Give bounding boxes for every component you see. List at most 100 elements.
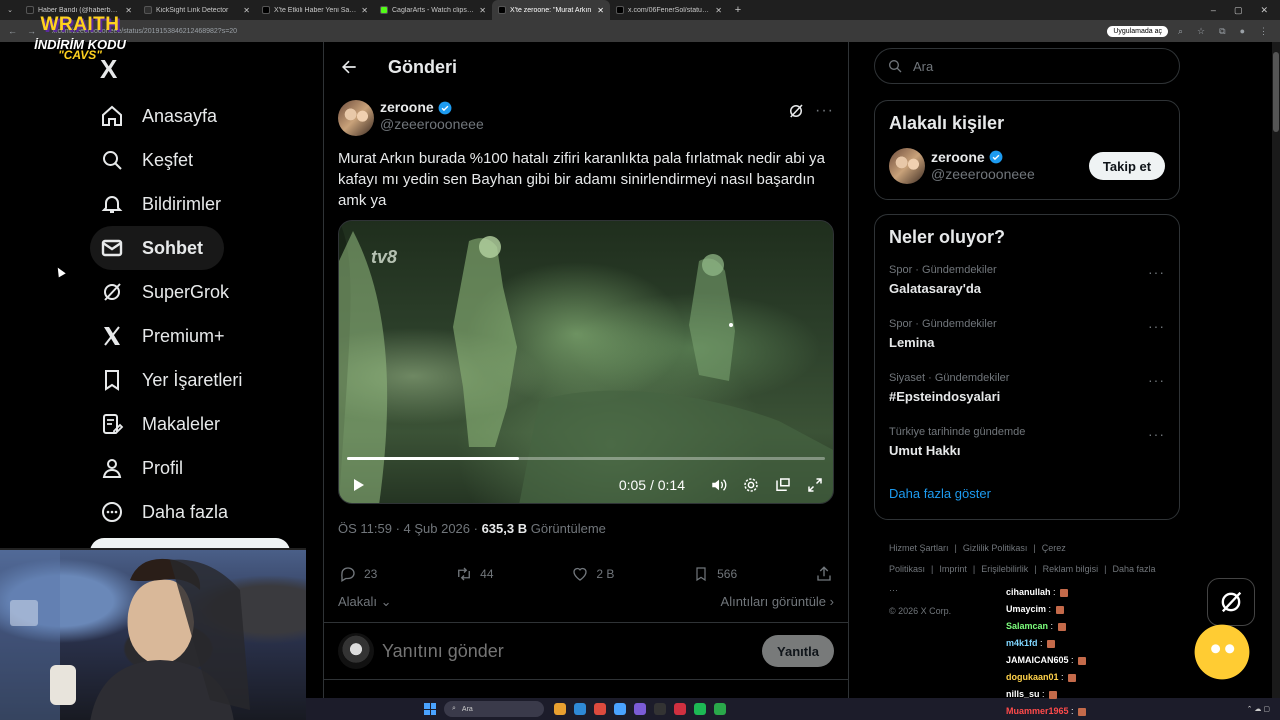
footer-link[interactable]: Erişilebilirlik xyxy=(981,564,1028,574)
bookmark-button[interactable]: 566 xyxy=(691,564,737,584)
more-options-icon[interactable]: ··· xyxy=(1148,426,1165,442)
trend-item[interactable]: Spor · Gündemdekiler Galatasaray'da ··· xyxy=(875,264,1179,318)
sidebar-item-makaleler[interactable]: Makaleler xyxy=(90,402,310,446)
post-timestamp[interactable]: ÖS 11:59 · 4 Şub 2026 · xyxy=(338,521,482,536)
related-replies-sort[interactable]: Alakalı ⌄ xyxy=(338,594,392,610)
app-icon[interactable] xyxy=(674,703,686,715)
author-avatar[interactable] xyxy=(338,100,374,136)
store-icon[interactable] xyxy=(614,703,626,715)
sidebar-item-sohbet[interactable]: Sohbet xyxy=(90,226,224,270)
close-window-icon[interactable]: ✕ xyxy=(1260,5,1268,16)
sidebar-item-daha-fazla[interactable]: Daha fazla xyxy=(90,490,310,534)
author-name-text[interactable]: zeroone xyxy=(380,99,434,115)
related-user-name[interactable]: zeroone xyxy=(931,149,1035,165)
tab-search-button[interactable]: ⌄ xyxy=(0,0,20,20)
open-in-app-button[interactable]: Uygulamada aç xyxy=(1107,25,1168,37)
reply-input[interactable] xyxy=(382,640,762,662)
share-button[interactable] xyxy=(814,564,834,584)
browser-tab[interactable]: X'te Etkili Haber Yeni Sayfa: "SO ✕ xyxy=(256,0,374,20)
profile-icon[interactable]: ● xyxy=(1240,26,1245,37)
chat-username[interactable]: cihanullah xyxy=(1006,587,1051,597)
current-user-avatar[interactable] xyxy=(338,633,374,669)
chrome-icon[interactable] xyxy=(594,703,606,715)
back-nav-icon[interactable]: ← xyxy=(8,26,17,36)
author-handle[interactable]: @zeeeroooneee xyxy=(380,116,484,132)
maximize-icon[interactable]: ▢ xyxy=(1234,5,1243,16)
sidebar-item-bildirimler[interactable]: Bildirimler xyxy=(90,182,310,226)
system-tray[interactable]: ⌃ ☁ ▢ xyxy=(1247,705,1280,713)
video-player[interactable]: tv8 0:05 / 0:14 xyxy=(338,220,834,504)
picture-in-picture-icon[interactable] xyxy=(773,475,793,495)
start-menu-icon[interactable] xyxy=(424,703,436,715)
chat-username[interactable]: Salamcan xyxy=(1006,621,1048,631)
play-icon[interactable] xyxy=(347,474,369,496)
chat-username[interactable]: nills_su xyxy=(1006,689,1040,699)
footer-link[interactable]: Reklam bilgisi xyxy=(1043,564,1099,574)
taskbar-search[interactable]: ⌕ Ara xyxy=(444,701,544,717)
reply-submit-button[interactable]: Yanıtla xyxy=(762,635,834,667)
more-options-icon[interactable]: ··· xyxy=(815,102,834,120)
sidebar-item-anasayfa[interactable]: Anasayfa xyxy=(90,94,310,138)
footer-link[interactable]: Hizmet Şartları xyxy=(889,543,949,553)
chat-username[interactable]: Umaycim xyxy=(1006,604,1046,614)
fullscreen-icon[interactable] xyxy=(805,475,825,495)
more-options-icon[interactable]: ··· xyxy=(1148,264,1165,280)
related-user-row[interactable]: zeroone @zeeeroooneee Takip et xyxy=(875,134,1179,184)
menu-icon[interactable]: ⋮ xyxy=(1259,26,1268,37)
repost-button[interactable]: 44 xyxy=(454,564,494,584)
back-arrow-icon[interactable] xyxy=(338,56,360,78)
settings-gear-icon[interactable] xyxy=(741,475,761,495)
author-name[interactable]: zeroone xyxy=(380,99,484,115)
trend-item[interactable]: Spor · Gündemdekiler Lemina ··· xyxy=(875,318,1179,372)
browser-tab[interactable]: KickSight Link Detector ✕ xyxy=(138,0,256,20)
obs-icon[interactable] xyxy=(654,703,666,715)
grok-icon[interactable] xyxy=(787,102,805,125)
chat-username[interactable]: m4k1fd xyxy=(1006,638,1038,648)
minimize-icon[interactable]: – xyxy=(1211,5,1216,16)
sidebar-item-profil[interactable]: Profil xyxy=(90,446,310,490)
browser-tab[interactable]: x.com/06FenerSol/status/2019✕ xyxy=(610,0,728,20)
volume-icon[interactable] xyxy=(709,475,729,495)
trend-item[interactable]: Türkiye tarihinde gündemde Umut Hakkı ··· xyxy=(875,426,1179,480)
show-more-link[interactable]: Daha fazla göster xyxy=(875,486,1179,501)
page-scrollbar[interactable] xyxy=(1272,42,1280,700)
extensions-icon[interactable]: ⧉ xyxy=(1219,26,1225,37)
new-tab-button[interactable]: + xyxy=(728,0,748,20)
view-quotes-link[interactable]: Alıntıları görüntüle › xyxy=(721,594,834,610)
tab-close-icon[interactable]: ✕ xyxy=(243,6,250,15)
related-user-name-text[interactable]: zeroone xyxy=(931,149,985,165)
browser-tab[interactable]: CaglarArts - Watch clips on Kic ✕ xyxy=(374,0,492,20)
video-progress-bar[interactable] xyxy=(347,457,825,460)
related-user-avatar[interactable] xyxy=(889,148,925,184)
sidebar-item-premium[interactable]: Premium+ xyxy=(90,314,310,358)
zoom-icon[interactable]: ⌕ xyxy=(1178,26,1183,37)
sidebar-item-yer-i-aretleri[interactable]: Yer İşaretleri xyxy=(90,358,310,402)
file-explorer-icon[interactable] xyxy=(554,703,566,715)
spotify-icon[interactable] xyxy=(694,703,706,715)
browser-tab[interactable]: X'te zeroone: "Murat Arkın ✕ xyxy=(492,0,610,20)
url-field[interactable]: x.com/zeeerooooneee/status/2019153846212… xyxy=(44,28,1107,35)
sidebar-item-ke-fet[interactable]: Keşfet xyxy=(90,138,310,182)
like-button[interactable]: 2 B xyxy=(570,564,614,584)
chat-username[interactable]: Muammer1965 xyxy=(1006,706,1069,716)
chat-username[interactable]: dogukaan01 xyxy=(1006,672,1059,682)
discord-icon[interactable] xyxy=(634,703,646,715)
edge-icon[interactable] xyxy=(574,703,586,715)
chat-username[interactable]: JAMAICAN605 xyxy=(1006,655,1069,665)
trend-item[interactable]: Siyaset · Gündemdekiler #Epsteindosyalari… xyxy=(875,372,1179,426)
sidebar-item-supergrok[interactable]: SuperGrok xyxy=(90,270,310,314)
tab-close-icon[interactable]: ✕ xyxy=(597,6,604,15)
footer-link[interactable]: Gizlilik Politikası xyxy=(963,543,1028,553)
search-box[interactable]: Ara xyxy=(874,48,1180,84)
grok-floating-button[interactable] xyxy=(1207,578,1255,626)
more-options-icon[interactable]: ··· xyxy=(1148,372,1165,388)
scrollbar-thumb[interactable] xyxy=(1273,52,1279,132)
reply-button[interactable]: 23 xyxy=(338,564,377,584)
more-options-icon[interactable]: ··· xyxy=(1148,318,1165,334)
follow-button[interactable]: Takip et xyxy=(1089,152,1165,180)
tab-close-icon[interactable]: ✕ xyxy=(479,6,486,15)
whatsapp-icon[interactable] xyxy=(714,703,726,715)
tab-close-icon[interactable]: ✕ xyxy=(361,6,368,15)
footer-link[interactable]: Imprint xyxy=(939,564,967,574)
tab-close-icon[interactable]: ✕ xyxy=(715,6,722,15)
